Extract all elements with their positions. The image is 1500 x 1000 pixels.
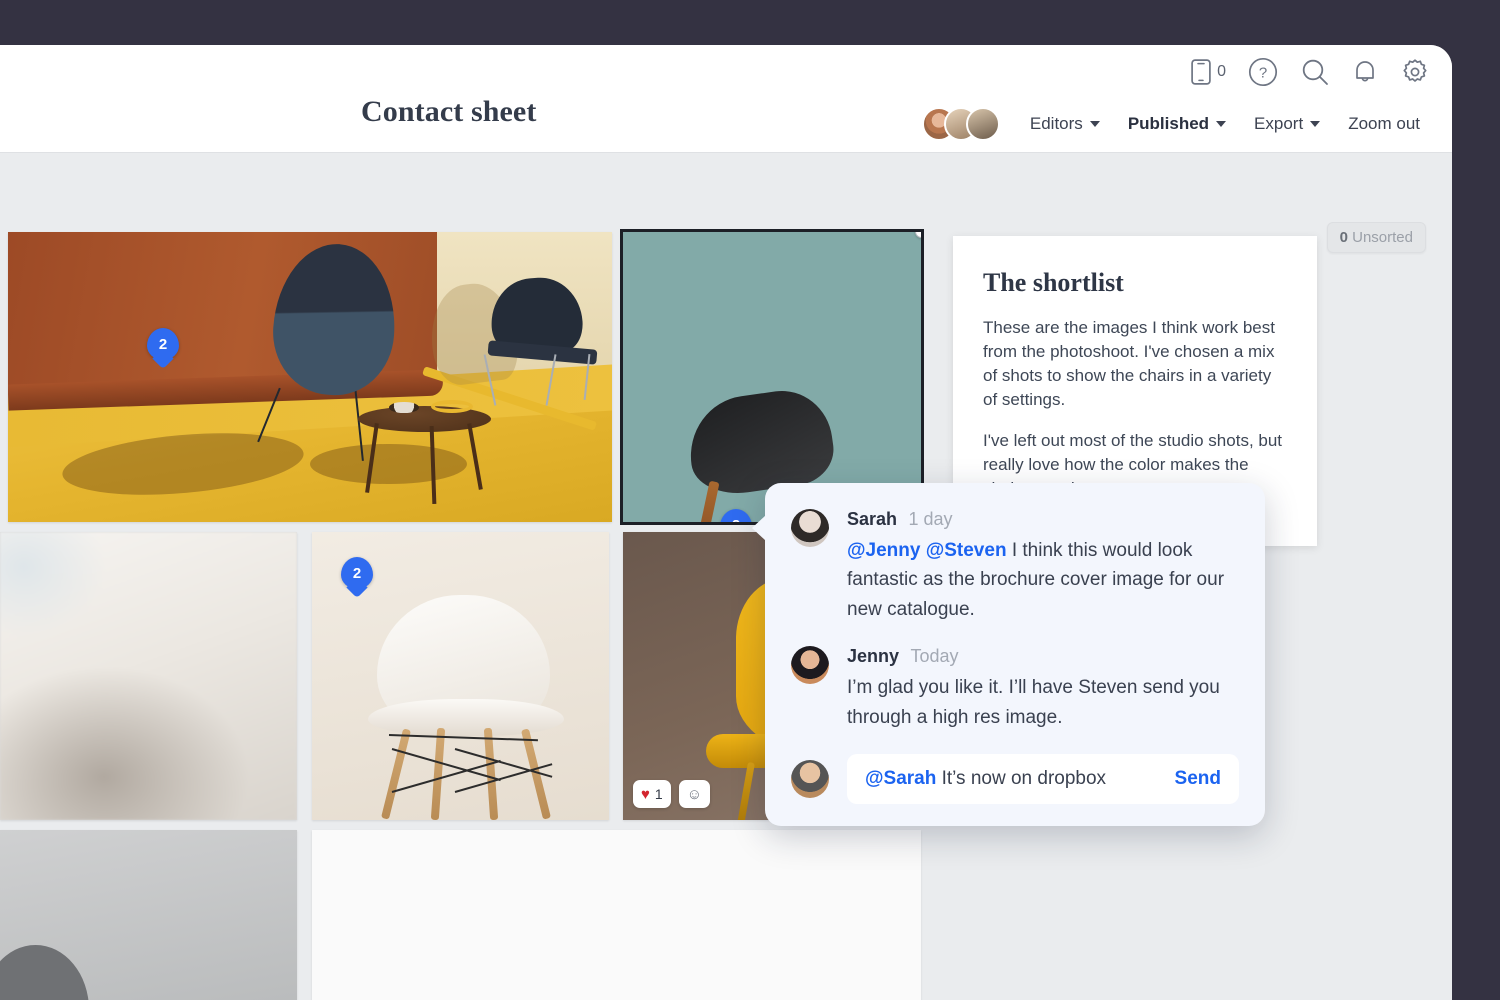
published-label: Published — [1127, 114, 1210, 133]
photo-tile[interactable] — [0, 532, 297, 820]
comment-body: Jenny Today I’m glad you like it. I’ll h… — [847, 646, 1239, 732]
comment-input[interactable]: @Sarah It’s now on dropbox Send — [847, 754, 1239, 805]
document-toolbar: Editors Published Export Zoom out — [921, 107, 1434, 141]
comment-text: I’m glad you like it. I’ll have Steven s… — [847, 677, 1220, 728]
photo-region — [388, 401, 419, 414]
help-icon: ? — [1248, 57, 1278, 87]
photo-region — [310, 443, 468, 485]
comment-pin[interactable]: 2 — [147, 328, 179, 360]
chevron-down-icon — [1310, 121, 1321, 127]
add-reaction-button[interactable]: ☺ — [678, 780, 711, 808]
page-title: Contact sheet — [361, 95, 537, 128]
reaction-bar: ♥ 1 ☺ — [633, 780, 711, 808]
top-bar: 0 ? Contact sheet Editors Published Expo… — [0, 45, 1452, 152]
screen: 0 ? Contact sheet Editors Published Expo… — [0, 0, 1500, 1000]
comment-input-text: It’s now on dropbox — [936, 768, 1107, 790]
photo-region — [368, 699, 565, 737]
svg-text:?: ? — [1259, 65, 1267, 82]
notifications-button[interactable] — [1352, 57, 1378, 87]
photo-tile-selected[interactable]: 2 — [620, 229, 924, 525]
search-icon — [1300, 57, 1330, 87]
heart-icon: ♥ — [641, 785, 650, 803]
chevron-down-icon — [1216, 121, 1227, 127]
shortlist-title: The shortlist — [983, 268, 1124, 297]
export-label: Export — [1254, 114, 1304, 133]
unsorted-count: 0 — [1339, 229, 1348, 246]
comment-header: Sarah 1 day — [847, 509, 1239, 530]
add-reaction-icon: ☺ — [686, 785, 703, 803]
comment-item: Sarah 1 day @Jenny @Steven I think this … — [791, 509, 1239, 624]
export-dropdown[interactable]: Export — [1240, 108, 1334, 140]
photo-tile[interactable]: 2 — [312, 532, 609, 820]
photo-tile[interactable]: 2 — [8, 232, 612, 522]
editor-avatars[interactable] — [921, 107, 1000, 141]
mobile-icon — [1191, 59, 1211, 85]
zoom-out-label: Zoom out — [1348, 114, 1420, 133]
avatar — [965, 107, 1000, 141]
comment-composer: @Sarah It’s now on dropbox Send — [791, 754, 1239, 805]
unsorted-label: Unsorted — [1352, 229, 1413, 246]
editors-dropdown[interactable]: Editors — [1016, 108, 1114, 140]
comment-timestamp: Today — [910, 646, 959, 667]
send-button[interactable]: Send — [1175, 768, 1221, 790]
photo-region — [312, 830, 921, 1000]
settings-gear-icon — [1400, 57, 1430, 87]
comment-input-value: @Sarah It’s now on dropbox — [865, 768, 1167, 790]
mobile-preview-button[interactable]: 0 — [1191, 59, 1226, 85]
photo-tile[interactable] — [0, 830, 297, 1000]
comment-author: Jenny — [847, 646, 900, 667]
help-button[interactable]: ? — [1248, 57, 1278, 87]
avatar — [791, 760, 829, 799]
published-dropdown[interactable]: Published — [1114, 108, 1240, 140]
shortlist-paragraph: These are the images I think work best f… — [983, 318, 1275, 410]
comment-author: Sarah — [847, 509, 898, 529]
comment-pin-count: 2 — [352, 564, 362, 582]
unsorted-badge[interactable]: 0 Unsorted — [1326, 222, 1426, 253]
comment-timestamp: 1 day — [908, 509, 953, 529]
chevron-down-icon — [1089, 121, 1100, 127]
notifications-bell-icon — [1352, 57, 1378, 87]
photo-tile[interactable] — [312, 830, 921, 1000]
avatar — [791, 509, 829, 547]
app-window: 0 ? Contact sheet Editors Published Expo… — [0, 45, 1452, 1000]
comment-pin-count: 2 — [732, 517, 740, 523]
settings-button[interactable] — [1400, 57, 1430, 87]
photo-region — [0, 532, 297, 820]
comment-body: Sarah 1 day @Jenny @Steven I think this … — [847, 509, 1239, 624]
comment-text: @Jenny @Steven I think this would look f… — [847, 536, 1239, 624]
mobile-preview-count: 0 — [1217, 63, 1226, 80]
comment-item: Jenny Today I’m glad you like it. I’ll h… — [791, 646, 1239, 732]
heart-reaction-button[interactable]: ♥ 1 — [633, 780, 671, 808]
header-icon-row: 0 ? — [1191, 57, 1430, 87]
comment-pin-count: 2 — [158, 335, 168, 353]
mention-link: @Sarah — [865, 768, 937, 790]
editors-label: Editors — [1029, 114, 1083, 133]
comment-header: Jenny Today — [847, 646, 1239, 667]
mention-link[interactable]: @Jenny @Steven — [847, 540, 1007, 561]
heart-reaction-count: 1 — [654, 786, 663, 802]
avatar — [791, 646, 829, 685]
zoom-out-button[interactable]: Zoom out — [1334, 108, 1434, 140]
comment-pin[interactable]: 2 — [341, 557, 373, 589]
search-button[interactable] — [1300, 57, 1330, 87]
comment-thread-popup[interactable]: Sarah 1 day @Jenny @Steven I think this … — [752, 483, 1265, 827]
